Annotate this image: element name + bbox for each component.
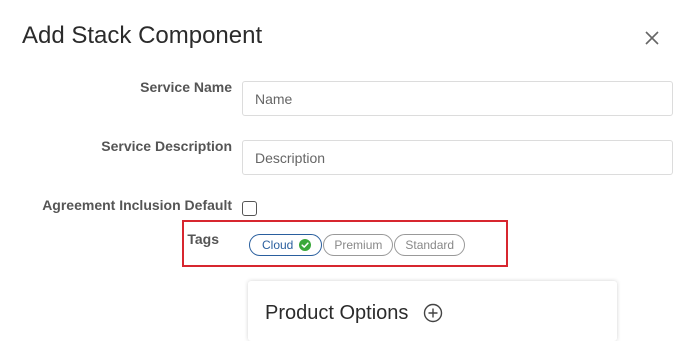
service-description-input[interactable] <box>242 140 673 175</box>
add-product-option-button[interactable] <box>423 303 443 323</box>
check-circle-icon <box>299 239 312 251</box>
service-name-label: Service Name <box>140 79 232 95</box>
service-name-input[interactable] <box>242 81 673 116</box>
service-description-label: Service Description <box>101 138 232 154</box>
product-options-title: Product Options <box>265 302 409 324</box>
tag-chip-premium[interactable]: Premium <box>323 234 394 256</box>
tag-chip-cloud[interactable]: Cloud <box>249 234 323 256</box>
dialog-title: Add Stack Component <box>22 22 263 49</box>
tag-chip-label: Standard <box>405 238 455 252</box>
agreement-inclusion-checkbox[interactable] <box>242 201 257 216</box>
tag-chip-label: Premium <box>334 238 383 252</box>
close-icon <box>645 31 659 45</box>
close-button[interactable] <box>641 27 663 49</box>
product-options-card: Product Options <box>248 281 617 341</box>
tag-chips: Cloud Premium Standard <box>249 234 466 256</box>
tag-chip-standard[interactable]: Standard <box>394 234 466 256</box>
tags-label: Tags <box>187 231 219 247</box>
tag-chip-label: Cloud <box>262 238 294 252</box>
plus-circle-icon <box>423 303 443 323</box>
agreement-inclusion-label: Agreement Inclusion Default <box>42 197 232 213</box>
